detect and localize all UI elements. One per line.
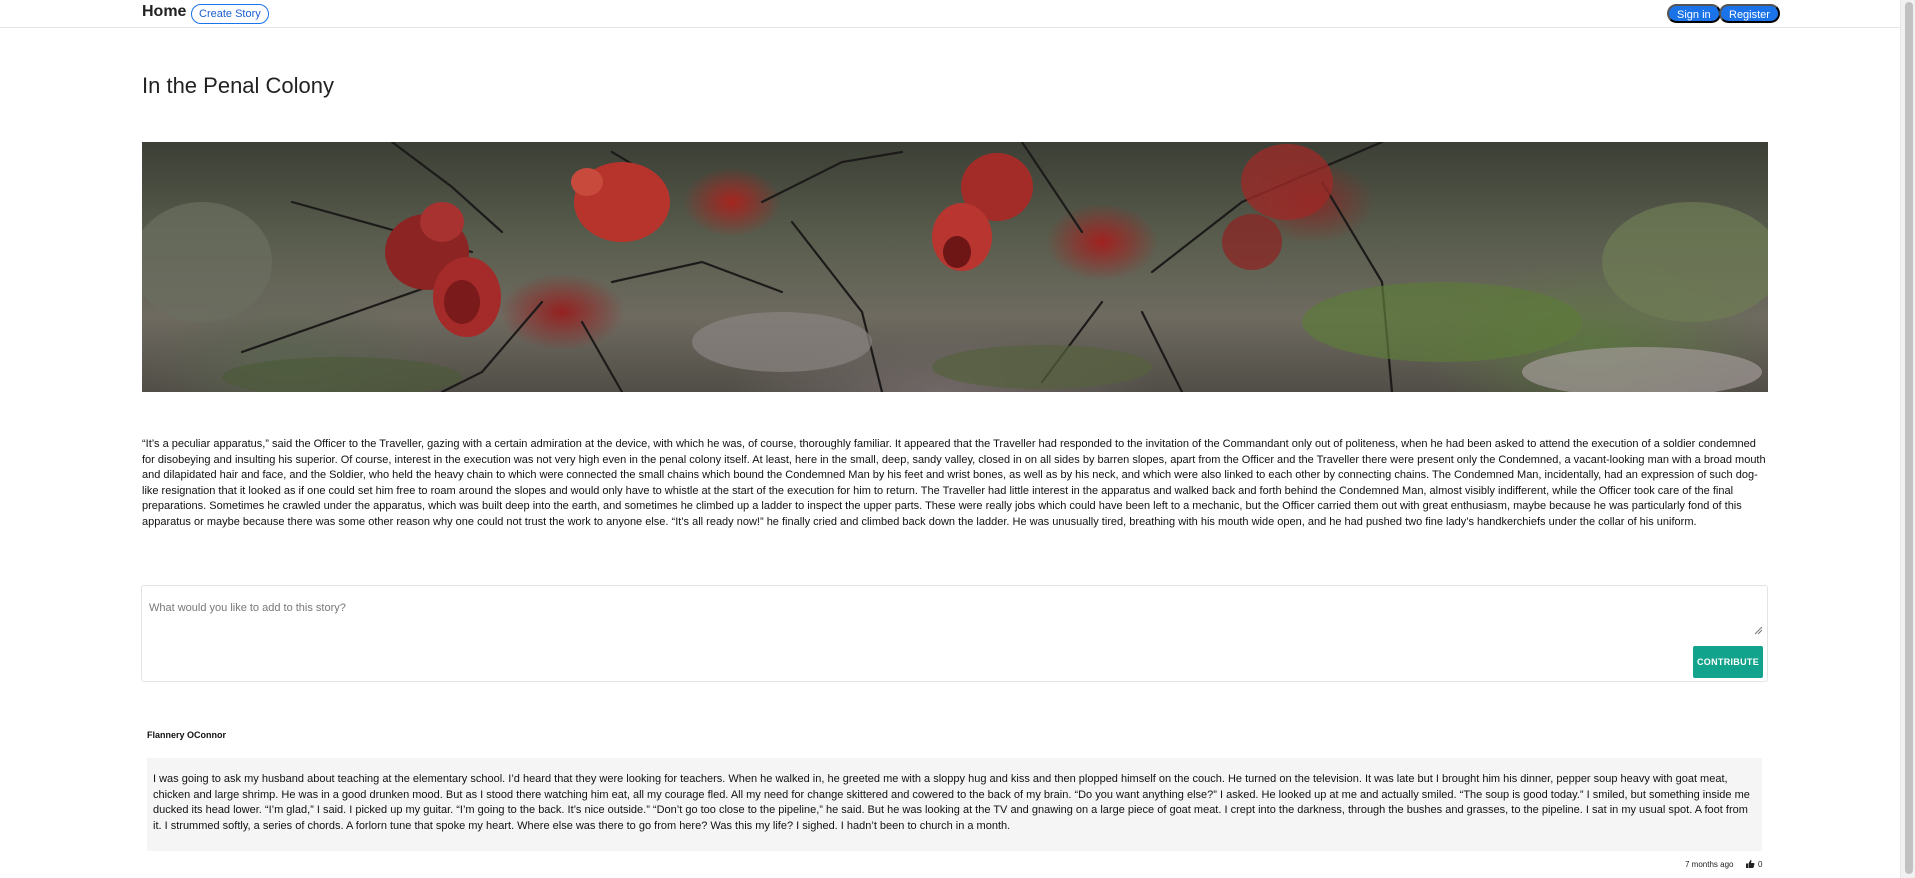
contribution-author: Flannery OConnor <box>147 730 227 740</box>
contribution-timestamp: 7 months ago <box>1685 860 1734 869</box>
thumbs-up-icon[interactable] <box>1745 859 1755 869</box>
contribution-text: I was going to ask my husband about teac… <box>147 758 1762 851</box>
create-story-button[interactable]: Create Story <box>191 4 269 24</box>
contribution-input[interactable] <box>148 594 1762 638</box>
story-title: In the Penal Colony <box>142 73 335 98</box>
register-button[interactable]: Register <box>1719 4 1780 23</box>
contribute-card: CONTRIBUTE <box>141 585 1768 682</box>
navbar: Home Create Story Sign in Register <box>0 0 1900 28</box>
story-body: “It’s a peculiar apparatus,” said the Of… <box>142 438 1766 528</box>
vertical-scrollbar[interactable] <box>1900 0 1915 878</box>
story-hero-image <box>142 142 1768 392</box>
contribute-button[interactable]: CONTRIBUTE <box>1693 646 1763 678</box>
sign-in-button[interactable]: Sign in <box>1667 4 1721 23</box>
scrollbar-thumb[interactable] <box>1905 2 1913 874</box>
ants-illustration <box>142 142 1768 392</box>
home-link[interactable]: Home <box>142 3 186 21</box>
like-count: 0 <box>1758 860 1763 869</box>
resize-grip-icon[interactable] <box>1754 626 1763 635</box>
